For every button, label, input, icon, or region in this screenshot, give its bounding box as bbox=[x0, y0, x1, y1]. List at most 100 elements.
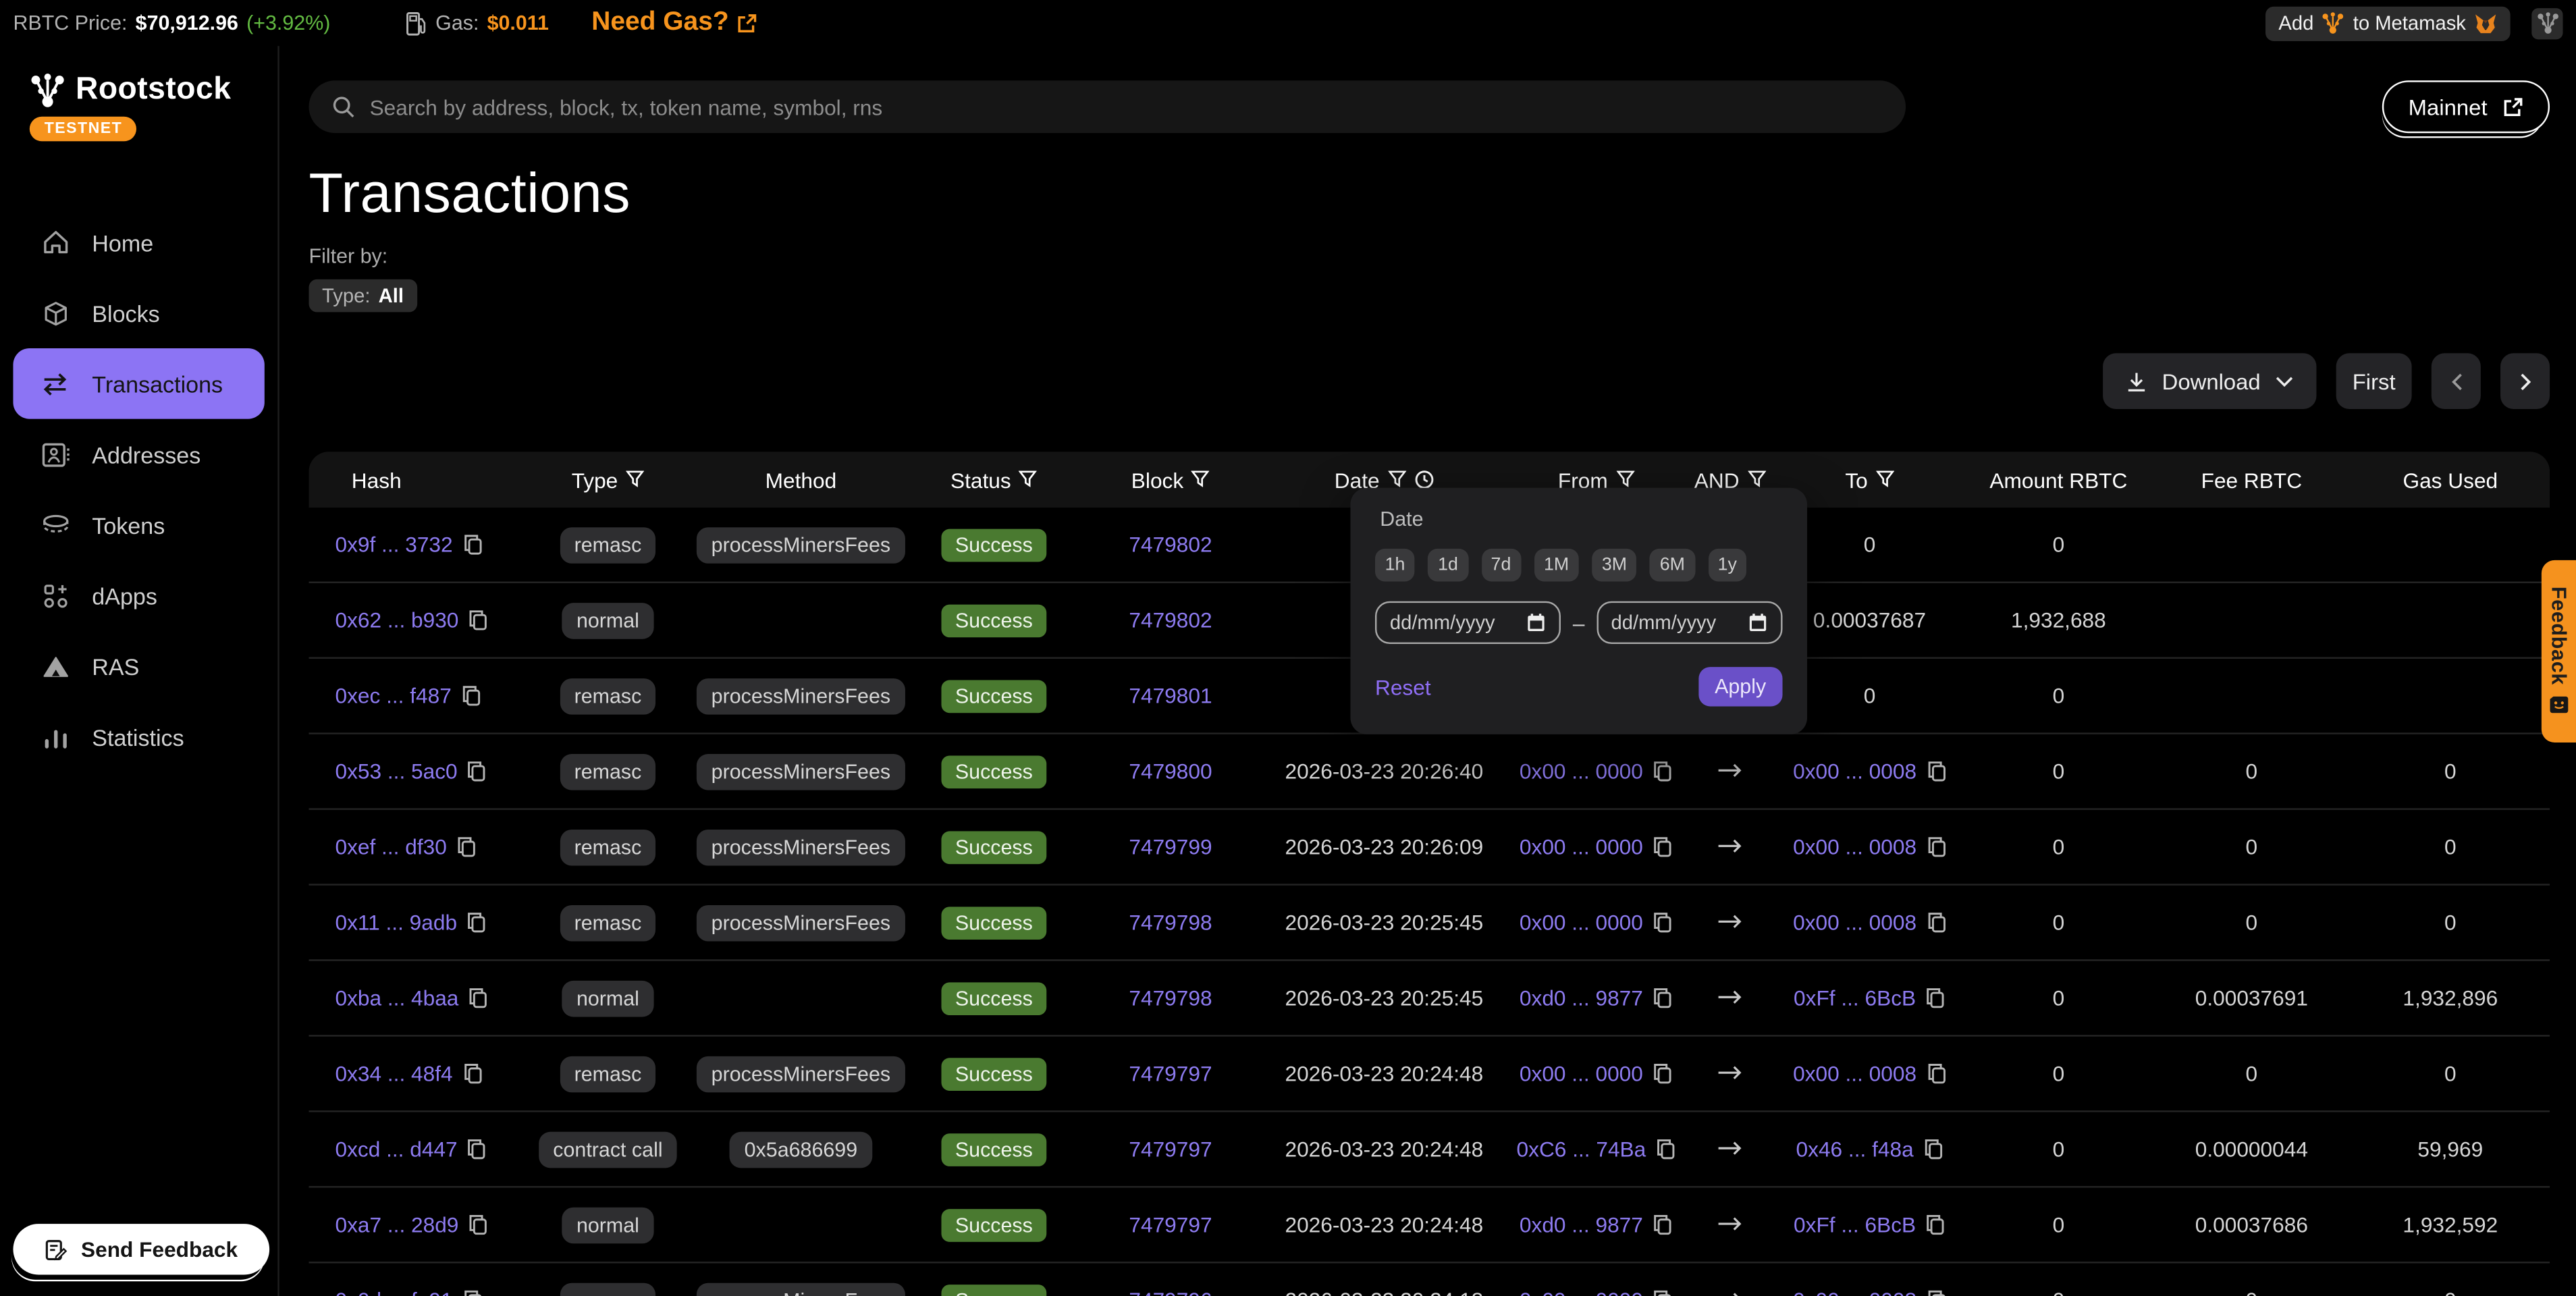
hash-link[interactable]: 0xec ... f487 bbox=[335, 683, 451, 708]
to-address-link[interactable]: 0xFf ... 6BcB bbox=[1794, 986, 1916, 1010]
filter-funnel-icon[interactable] bbox=[1876, 470, 1894, 489]
copy-icon[interactable] bbox=[468, 1214, 488, 1235]
filter-funnel-icon[interactable] bbox=[1616, 470, 1634, 489]
send-feedback-button[interactable]: Send Feedback bbox=[13, 1224, 269, 1274]
calendar-icon[interactable] bbox=[1527, 613, 1547, 632]
from-address-link[interactable]: 0x00 ... 0000 bbox=[1520, 1061, 1643, 1086]
copy-icon[interactable] bbox=[1653, 912, 1672, 934]
sidebar-item[interactable]: Transactions bbox=[13, 348, 264, 419]
to-address-link[interactable]: 0x00 ... 0008 bbox=[1793, 1061, 1916, 1086]
copy-icon[interactable] bbox=[468, 610, 488, 631]
copy-icon[interactable] bbox=[1653, 1289, 1672, 1296]
from-address-link[interactable]: 0xC6 ... 74Ba bbox=[1517, 1137, 1646, 1162]
from-address-link[interactable]: 0x00 ... 0000 bbox=[1520, 834, 1643, 859]
sidebar-item[interactable]: Blocks bbox=[0, 277, 277, 348]
block-link[interactable]: 7479797 bbox=[1129, 1212, 1212, 1237]
filter-funnel-icon[interactable] bbox=[1748, 470, 1766, 489]
add-to-metamask-button[interactable]: Add to Metamask bbox=[2265, 6, 2511, 40]
date-range-chip[interactable]: 7d bbox=[1481, 549, 1521, 582]
block-link[interactable]: 7479796 bbox=[1129, 1288, 1212, 1296]
copy-icon[interactable] bbox=[1653, 1214, 1672, 1235]
feedback-tab[interactable]: Feedback bbox=[2542, 560, 2576, 742]
hash-link[interactable]: 0xef ... df30 bbox=[335, 834, 446, 859]
block-link[interactable]: 7479797 bbox=[1129, 1137, 1212, 1162]
table-column-header[interactable]: Block bbox=[1076, 467, 1265, 492]
copy-icon[interactable] bbox=[462, 1289, 482, 1296]
copy-icon[interactable] bbox=[468, 988, 488, 1009]
clock-icon[interactable] bbox=[1414, 470, 1434, 489]
apply-button[interactable]: Apply bbox=[1698, 667, 1783, 706]
date-range-chip[interactable]: 1h bbox=[1375, 549, 1415, 582]
copy-icon[interactable] bbox=[1926, 1214, 1946, 1235]
table-column-header[interactable]: Amount RBTC bbox=[1968, 467, 2149, 492]
copy-icon[interactable] bbox=[1927, 912, 1946, 934]
block-link[interactable]: 7479800 bbox=[1129, 759, 1212, 784]
table-column-header[interactable]: To bbox=[1771, 467, 1968, 492]
search-bar[interactable] bbox=[309, 80, 1906, 133]
copy-icon[interactable] bbox=[1927, 1063, 1946, 1085]
to-address-link[interactable]: 0xFf ... 6BcB bbox=[1794, 1212, 1916, 1237]
date-to-input[interactable] bbox=[1611, 611, 1741, 634]
block-link[interactable]: 7479798 bbox=[1129, 910, 1212, 935]
block-link[interactable]: 7479798 bbox=[1129, 986, 1212, 1010]
copy-icon[interactable] bbox=[462, 1063, 482, 1085]
calendar-icon[interactable] bbox=[1748, 613, 1767, 632]
need-gas-link[interactable]: Need Gas? bbox=[591, 8, 757, 38]
to-address-link[interactable]: 0x00 ... 0008 bbox=[1793, 910, 1916, 935]
sidebar-item[interactable]: Tokens bbox=[0, 489, 277, 560]
hash-link[interactable]: 0x53 ... 5ac0 bbox=[335, 759, 457, 784]
copy-icon[interactable] bbox=[467, 761, 487, 782]
sidebar-item[interactable]: dApps bbox=[0, 560, 277, 631]
date-from-field[interactable] bbox=[1375, 601, 1561, 644]
copy-icon[interactable] bbox=[467, 912, 487, 934]
network-switch-button[interactable]: Mainnet bbox=[2382, 80, 2550, 133]
to-address-link[interactable]: 0x00 ... 0008 bbox=[1793, 834, 1916, 859]
filter-funnel-icon[interactable] bbox=[626, 470, 644, 489]
hash-link[interactable]: 0xa7 ... 28d9 bbox=[335, 1212, 458, 1237]
block-link[interactable]: 7479797 bbox=[1129, 1061, 1212, 1086]
from-address-link[interactable]: 0xd0 ... 9877 bbox=[1520, 986, 1643, 1010]
filter-funnel-icon[interactable] bbox=[1019, 470, 1038, 489]
from-address-link[interactable]: 0x00 ... 0000 bbox=[1520, 759, 1643, 784]
copy-icon[interactable] bbox=[1927, 836, 1946, 858]
hash-link[interactable]: 0x9f ... 3732 bbox=[335, 533, 452, 558]
copy-icon[interactable] bbox=[462, 534, 482, 556]
date-range-chip[interactable]: 1M bbox=[1534, 549, 1578, 582]
previous-page-button[interactable] bbox=[2432, 353, 2481, 409]
copy-icon[interactable] bbox=[1653, 836, 1672, 858]
reset-link[interactable]: Reset bbox=[1375, 674, 1431, 699]
table-column-header[interactable]: Type bbox=[526, 467, 690, 492]
date-range-chip[interactable]: 3M bbox=[1592, 549, 1636, 582]
table-column-header[interactable]: Hash bbox=[309, 467, 526, 492]
from-address-link[interactable]: 0x00 ... 0000 bbox=[1520, 1288, 1643, 1296]
type-filter-chip[interactable]: Type: All bbox=[309, 279, 417, 313]
copy-icon[interactable] bbox=[1653, 988, 1672, 1009]
from-address-link[interactable]: 0x00 ... 0000 bbox=[1520, 910, 1643, 935]
date-range-chip[interactable]: 6M bbox=[1650, 549, 1694, 582]
to-address-link[interactable]: 0x46 ... f48a bbox=[1796, 1137, 1914, 1162]
copy-icon[interactable] bbox=[1926, 988, 1946, 1009]
table-column-header[interactable]: Fee RBTC bbox=[2149, 467, 2354, 492]
next-page-button[interactable] bbox=[2500, 353, 2550, 409]
block-link[interactable]: 7479802 bbox=[1129, 533, 1212, 558]
table-column-header[interactable]: Method bbox=[690, 467, 912, 492]
hash-link[interactable]: 0xba ... 4baa bbox=[335, 986, 458, 1010]
copy-icon[interactable] bbox=[1656, 1139, 1675, 1160]
sidebar-item[interactable]: Addresses bbox=[0, 419, 277, 490]
date-range-chip[interactable]: 1y bbox=[1708, 549, 1746, 582]
filter-funnel-icon[interactable] bbox=[1388, 470, 1406, 489]
hash-link[interactable]: 0xcd ... d447 bbox=[335, 1137, 457, 1162]
download-button[interactable]: Download bbox=[2103, 353, 2316, 409]
hash-link[interactable]: 0x34 ... 48f4 bbox=[335, 1061, 452, 1086]
sidebar-item[interactable]: Home bbox=[0, 207, 277, 278]
to-address-link[interactable]: 0x00 ... 0008 bbox=[1793, 759, 1916, 784]
to-address-link[interactable]: 0x00 ... 0008 bbox=[1793, 1288, 1916, 1296]
from-address-link[interactable]: 0xd0 ... 9877 bbox=[1520, 1212, 1643, 1237]
sidebar-item[interactable]: Statistics bbox=[0, 701, 277, 772]
search-input[interactable] bbox=[370, 94, 1883, 119]
sidebar-item[interactable]: RAS bbox=[0, 631, 277, 702]
block-link[interactable]: 7479802 bbox=[1129, 608, 1212, 632]
copy-icon[interactable] bbox=[1927, 1289, 1946, 1296]
table-column-header[interactable]: Gas Used bbox=[2354, 467, 2546, 492]
block-link[interactable]: 7479801 bbox=[1129, 683, 1212, 708]
